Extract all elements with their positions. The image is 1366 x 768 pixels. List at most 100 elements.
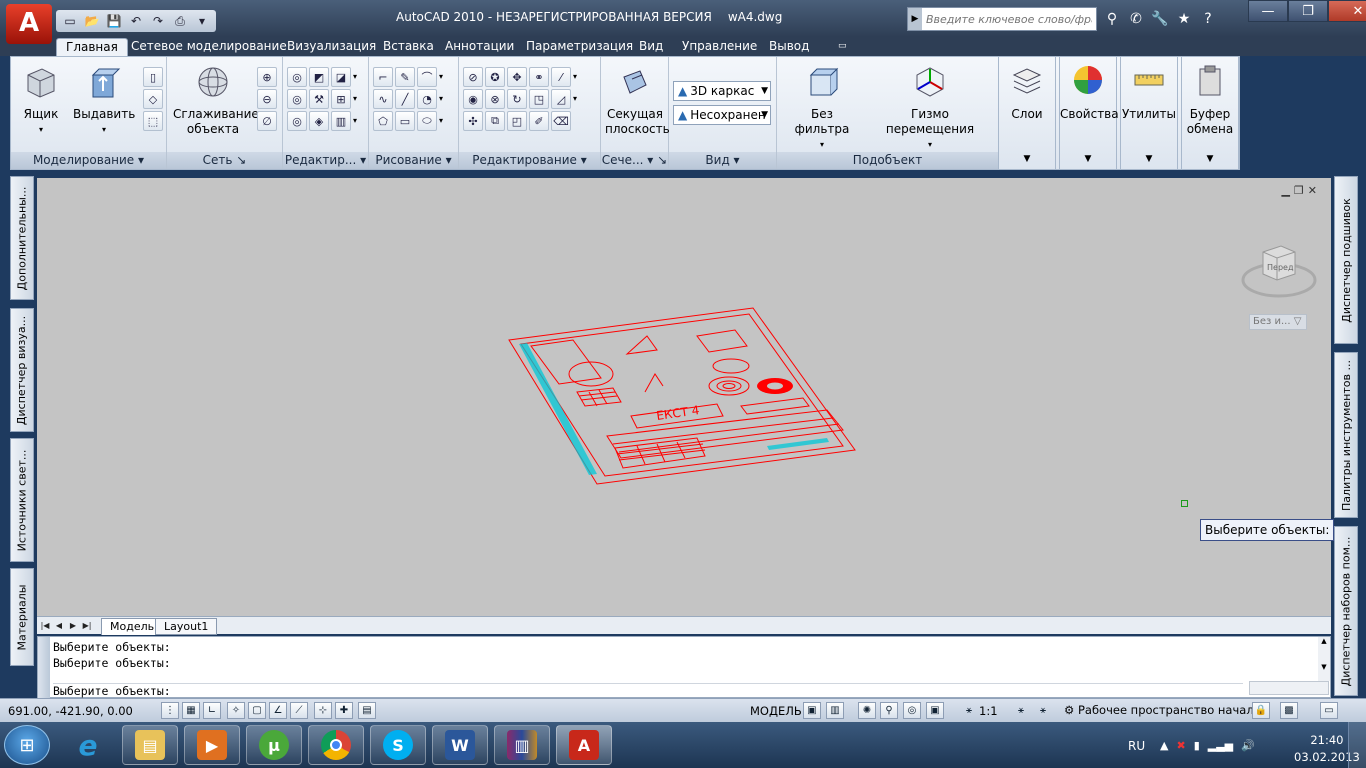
panel-title-view[interactable]: Вид ▾ — [669, 152, 776, 169]
last-layout-icon[interactable]: ▶| — [81, 619, 93, 632]
clipboard-button[interactable]: Буфер обмена ▼ — [1181, 56, 1239, 170]
chamfer-icon[interactable]: ◿ — [551, 89, 571, 109]
dyn-icon[interactable]: ⊹ — [314, 702, 332, 719]
open-icon[interactable]: 📂 — [82, 12, 102, 30]
trim-icon[interactable]: ⁄ — [551, 67, 571, 87]
palette-tab-advanced[interactable]: Дополнительны... — [10, 176, 34, 300]
prev-layout-icon[interactable]: ◀ — [53, 619, 65, 632]
taskbar-utorrent[interactable]: µ — [246, 725, 302, 765]
steering-wheel-icon[interactable]: ✺ — [858, 702, 876, 719]
tab-annotate[interactable]: Аннотации — [436, 38, 523, 56]
snap-icon[interactable]: ⋮ — [161, 702, 179, 719]
chevron-down-icon[interactable]: ▼ — [1060, 152, 1116, 167]
palette-tab-materials[interactable]: Материалы — [10, 568, 34, 666]
tab-view[interactable]: Вид — [630, 38, 672, 56]
utilities-button[interactable]: Утилиты ▼ — [1120, 56, 1178, 170]
chevron-down-icon[interactable]: ▼ — [1121, 152, 1177, 167]
extrude-button[interactable]: Выдавить ▾ — [73, 65, 135, 137]
first-layout-icon[interactable]: |◀ — [39, 619, 51, 632]
star-icon[interactable]: ★ — [1173, 9, 1195, 29]
tab-render[interactable]: Визуализация — [278, 38, 385, 56]
smooth-more-icon[interactable]: ⊕ — [257, 67, 277, 87]
annotation-scale-value[interactable]: 1:1 — [979, 704, 998, 718]
next-layout-icon[interactable]: ▶ — [67, 619, 79, 632]
tab-insert[interactable]: Вставка — [374, 38, 443, 56]
section-plane-button[interactable]: Секущая плоскость — [605, 65, 670, 137]
erase-icon[interactable]: ⌫ — [551, 111, 571, 131]
smooth-object-button[interactable]: Сглаживание объекта — [173, 65, 259, 137]
tab-parametric[interactable]: Параметризация — [517, 38, 642, 56]
subscription-icon[interactable]: ✆ — [1125, 9, 1147, 29]
minimize-icon[interactable]: — — [1248, 0, 1288, 22]
3d-rotate-icon[interactable]: ✪ — [485, 67, 505, 87]
palette-tab-lights[interactable]: Источники свет... — [10, 438, 34, 562]
named-view-combo[interactable]: ▲ Несохранен ▼ — [673, 105, 771, 125]
smooth-icon[interactable]: ⬚ — [143, 111, 163, 131]
mirror-icon[interactable]: ⊗ — [485, 89, 505, 109]
taskbar-word[interactable]: W — [432, 725, 488, 765]
new-icon[interactable]: ▭ — [60, 12, 80, 30]
visual-style-combo[interactable]: ▲ 3D каркас ▼ — [673, 81, 771, 101]
separate-icon[interactable]: ◪ — [331, 67, 351, 87]
save-icon[interactable]: 💾 — [104, 12, 124, 30]
search-input[interactable] — [922, 12, 1092, 26]
3d-align-icon[interactable]: ✣ — [463, 111, 483, 131]
taskbar-winrar[interactable]: ▥ — [494, 725, 550, 765]
osnap-icon[interactable]: ▢ — [248, 702, 266, 719]
annotation-visibility-icon[interactable]: ⚹ — [1012, 702, 1030, 719]
palette-tab-visual-styles[interactable]: Диспетчер визуа... — [10, 308, 34, 432]
command-hscrollbar[interactable] — [1249, 681, 1329, 695]
undo-icon[interactable]: ↶ — [126, 12, 146, 30]
taskbar-explorer[interactable]: ▤ — [122, 725, 178, 765]
command-scrollbar[interactable]: ▲ ▼ — [1318, 637, 1330, 681]
hardware-acceleration-icon[interactable]: ▩ — [1280, 702, 1298, 719]
spline-icon[interactable]: ∿ — [373, 89, 393, 109]
volume-icon[interactable]: 🔊 — [1241, 739, 1255, 752]
no-filter-button[interactable]: Без фильтра ▾ — [783, 65, 861, 152]
box-button[interactable]: Ящик ▾ — [21, 65, 61, 137]
coordinates-readout[interactable]: 691.00, -421.90, 0.00 — [8, 704, 133, 718]
3d-move-icon[interactable]: ✥ — [507, 67, 527, 87]
chevron-down-icon[interactable]: ▼ — [999, 152, 1055, 167]
panel-title-draw[interactable]: Рисование ▾ — [369, 152, 458, 169]
power-icon[interactable]: ▮ — [1194, 739, 1200, 752]
subtract-icon[interactable]: ◎ — [287, 89, 307, 109]
clean-screen-icon[interactable]: ▭ — [1320, 702, 1338, 719]
taskbar-skype[interactable]: S — [370, 725, 426, 765]
drawing-viewport[interactable]: ▁ ❐ ✕ ЕКСТ 4 Перед Без и... ▽ Выберите о… — [37, 178, 1335, 616]
smooth-less-icon[interactable]: ⊖ — [257, 89, 277, 109]
tray-expand-icon[interactable]: ▲ — [1160, 739, 1168, 752]
showmotion-icon[interactable]: ▣ — [926, 702, 944, 719]
command-window-grip[interactable] — [38, 637, 50, 699]
model-space-toggle[interactable]: МОДЕЛЬ — [750, 704, 802, 718]
otrack-icon[interactable]: ∠ — [269, 702, 287, 719]
panel-title-modeling[interactable]: Моделирование ▾ — [11, 152, 166, 169]
ribbon-minimize-icon[interactable]: ▭ — [829, 38, 856, 56]
tab-home[interactable]: Главная — [56, 38, 128, 56]
start-button[interactable]: ⊞ — [4, 725, 50, 765]
move-gizmo-button[interactable]: Гизмо перемещения ▾ — [869, 65, 991, 152]
tab-layout1[interactable]: Layout1 — [155, 618, 218, 635]
rectangle-icon[interactable]: ▭ — [395, 111, 415, 131]
chevron-down-icon[interactable]: ▼ — [1182, 152, 1238, 167]
binoculars-icon[interactable]: ⚲ — [1101, 9, 1123, 29]
presspull-icon[interactable]: ◇ — [143, 89, 163, 109]
close-icon[interactable]: ✕ — [1328, 0, 1366, 22]
ellipse-icon[interactable]: ⬭ — [417, 111, 437, 131]
panel-title-solid-editing[interactable]: Редактир... ▾ — [283, 152, 368, 169]
vp-minimize-icon[interactable]: ▁ — [1281, 184, 1289, 197]
viewcube[interactable]: Перед — [1239, 236, 1321, 306]
palette-tab-tool-palettes[interactable]: Палитры инструментов ... — [1334, 352, 1358, 518]
auto-scale-icon[interactable]: ⚹ — [1034, 702, 1052, 719]
restore-icon[interactable]: ❐ — [1288, 0, 1328, 22]
signal-icon[interactable]: ▂▃▅ — [1208, 739, 1233, 752]
panel-title-subobject[interactable]: Подобъект — [777, 152, 998, 169]
lineweight-icon[interactable]: ✚ — [335, 702, 353, 719]
extrude-faces-icon[interactable]: ⚒ — [309, 89, 329, 109]
helix-icon[interactable]: ✎ — [395, 67, 415, 87]
application-menu-button[interactable]: A — [6, 4, 52, 44]
polysolid-icon[interactable]: ▯ — [143, 67, 163, 87]
intersect-icon[interactable]: ◎ — [287, 111, 307, 131]
rotate-icon[interactable]: ↻ — [507, 89, 527, 109]
print-icon[interactable]: ⎙ — [170, 12, 190, 30]
